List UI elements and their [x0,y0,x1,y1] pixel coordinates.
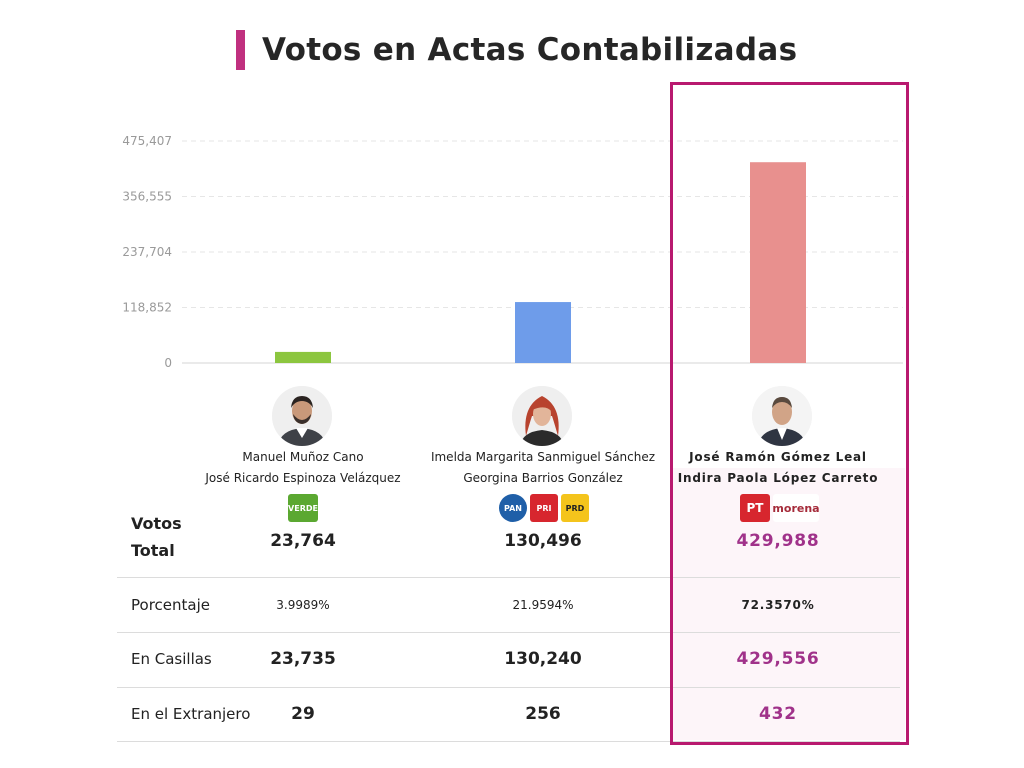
candidate-2-votos-total: 130,496 [504,531,582,551]
y-tick-label: 118,852 [122,300,172,314]
candidate-2-name: Imelda Margarita Sanmiguel Sánchez [430,450,656,464]
candidate-2-substitute: Georgina Barrios González [463,471,623,485]
pri-logo-icon: PRI [530,494,558,522]
row-divider [117,687,900,688]
y-tick-label: 237,704 [122,245,172,259]
candidate-3-votos-total: 429,988 [736,531,820,551]
candidate-1-photo [272,386,332,446]
row-divider [117,577,900,578]
bar-candidate-3[interactable] [750,162,806,363]
candidate-1-substitute: José Ricardo Espinoza Velázquez [205,471,401,485]
row-divider [117,741,900,742]
candidate-3-en-casillas: 429,556 [736,649,820,669]
candidate-1-porcentaje: 3.9989% [276,598,330,612]
row-divider [117,632,900,633]
y-tick-label: 356,555 [122,190,172,204]
row-label-total: Total [131,541,175,560]
verde-logo-icon: VERDE [288,494,318,522]
morena-logo-icon: morena [772,494,820,522]
candidate-1-name: Manuel Muñoz Cano [242,450,364,464]
prd-logo-icon: PRD [561,494,589,522]
vote-bar-chart: 475,407 356,555 237,704 118,852 0 [122,134,903,370]
row-label-en-casillas: En Casillas [131,650,212,668]
candidate-2-party-logos: PAN PRI PRD [499,494,589,524]
candidate-3-party-logos: PT morena [740,494,820,524]
candidate-1-en-casillas: 23,735 [270,649,336,669]
bar-candidate-2[interactable] [515,302,571,363]
bar-candidate-1[interactable] [275,351,331,363]
candidate-3-substitute: Indira Paola López Carreto [677,471,879,485]
row-label-votos: Votos [131,514,182,533]
candidate-2-en-casillas: 130,240 [504,649,582,669]
y-tick-label: 475,407 [122,134,172,148]
candidate-2-porcentaje: 21.9594% [512,598,574,612]
candidate-1-votos-total: 23,764 [270,531,336,551]
candidate-1-en-el-extranjero: 29 [291,704,315,724]
candidate-1-party-logos: VERDE [288,494,318,524]
y-tick-label: 0 [164,356,172,370]
pt-logo-icon: PT [740,494,770,522]
pan-logo-icon: PAN [499,494,527,522]
candidate-3-en-el-extranjero: 432 [759,704,797,724]
candidate-2-photo [512,386,572,446]
candidate-3-photo [752,386,812,446]
candidate-3-porcentaje: 72.3570% [741,598,815,612]
row-label-porcentaje: Porcentaje [131,596,210,614]
candidate-3-name: José Ramón Gómez Leal [689,450,867,464]
candidate-2-en-el-extranjero: 256 [525,704,561,724]
